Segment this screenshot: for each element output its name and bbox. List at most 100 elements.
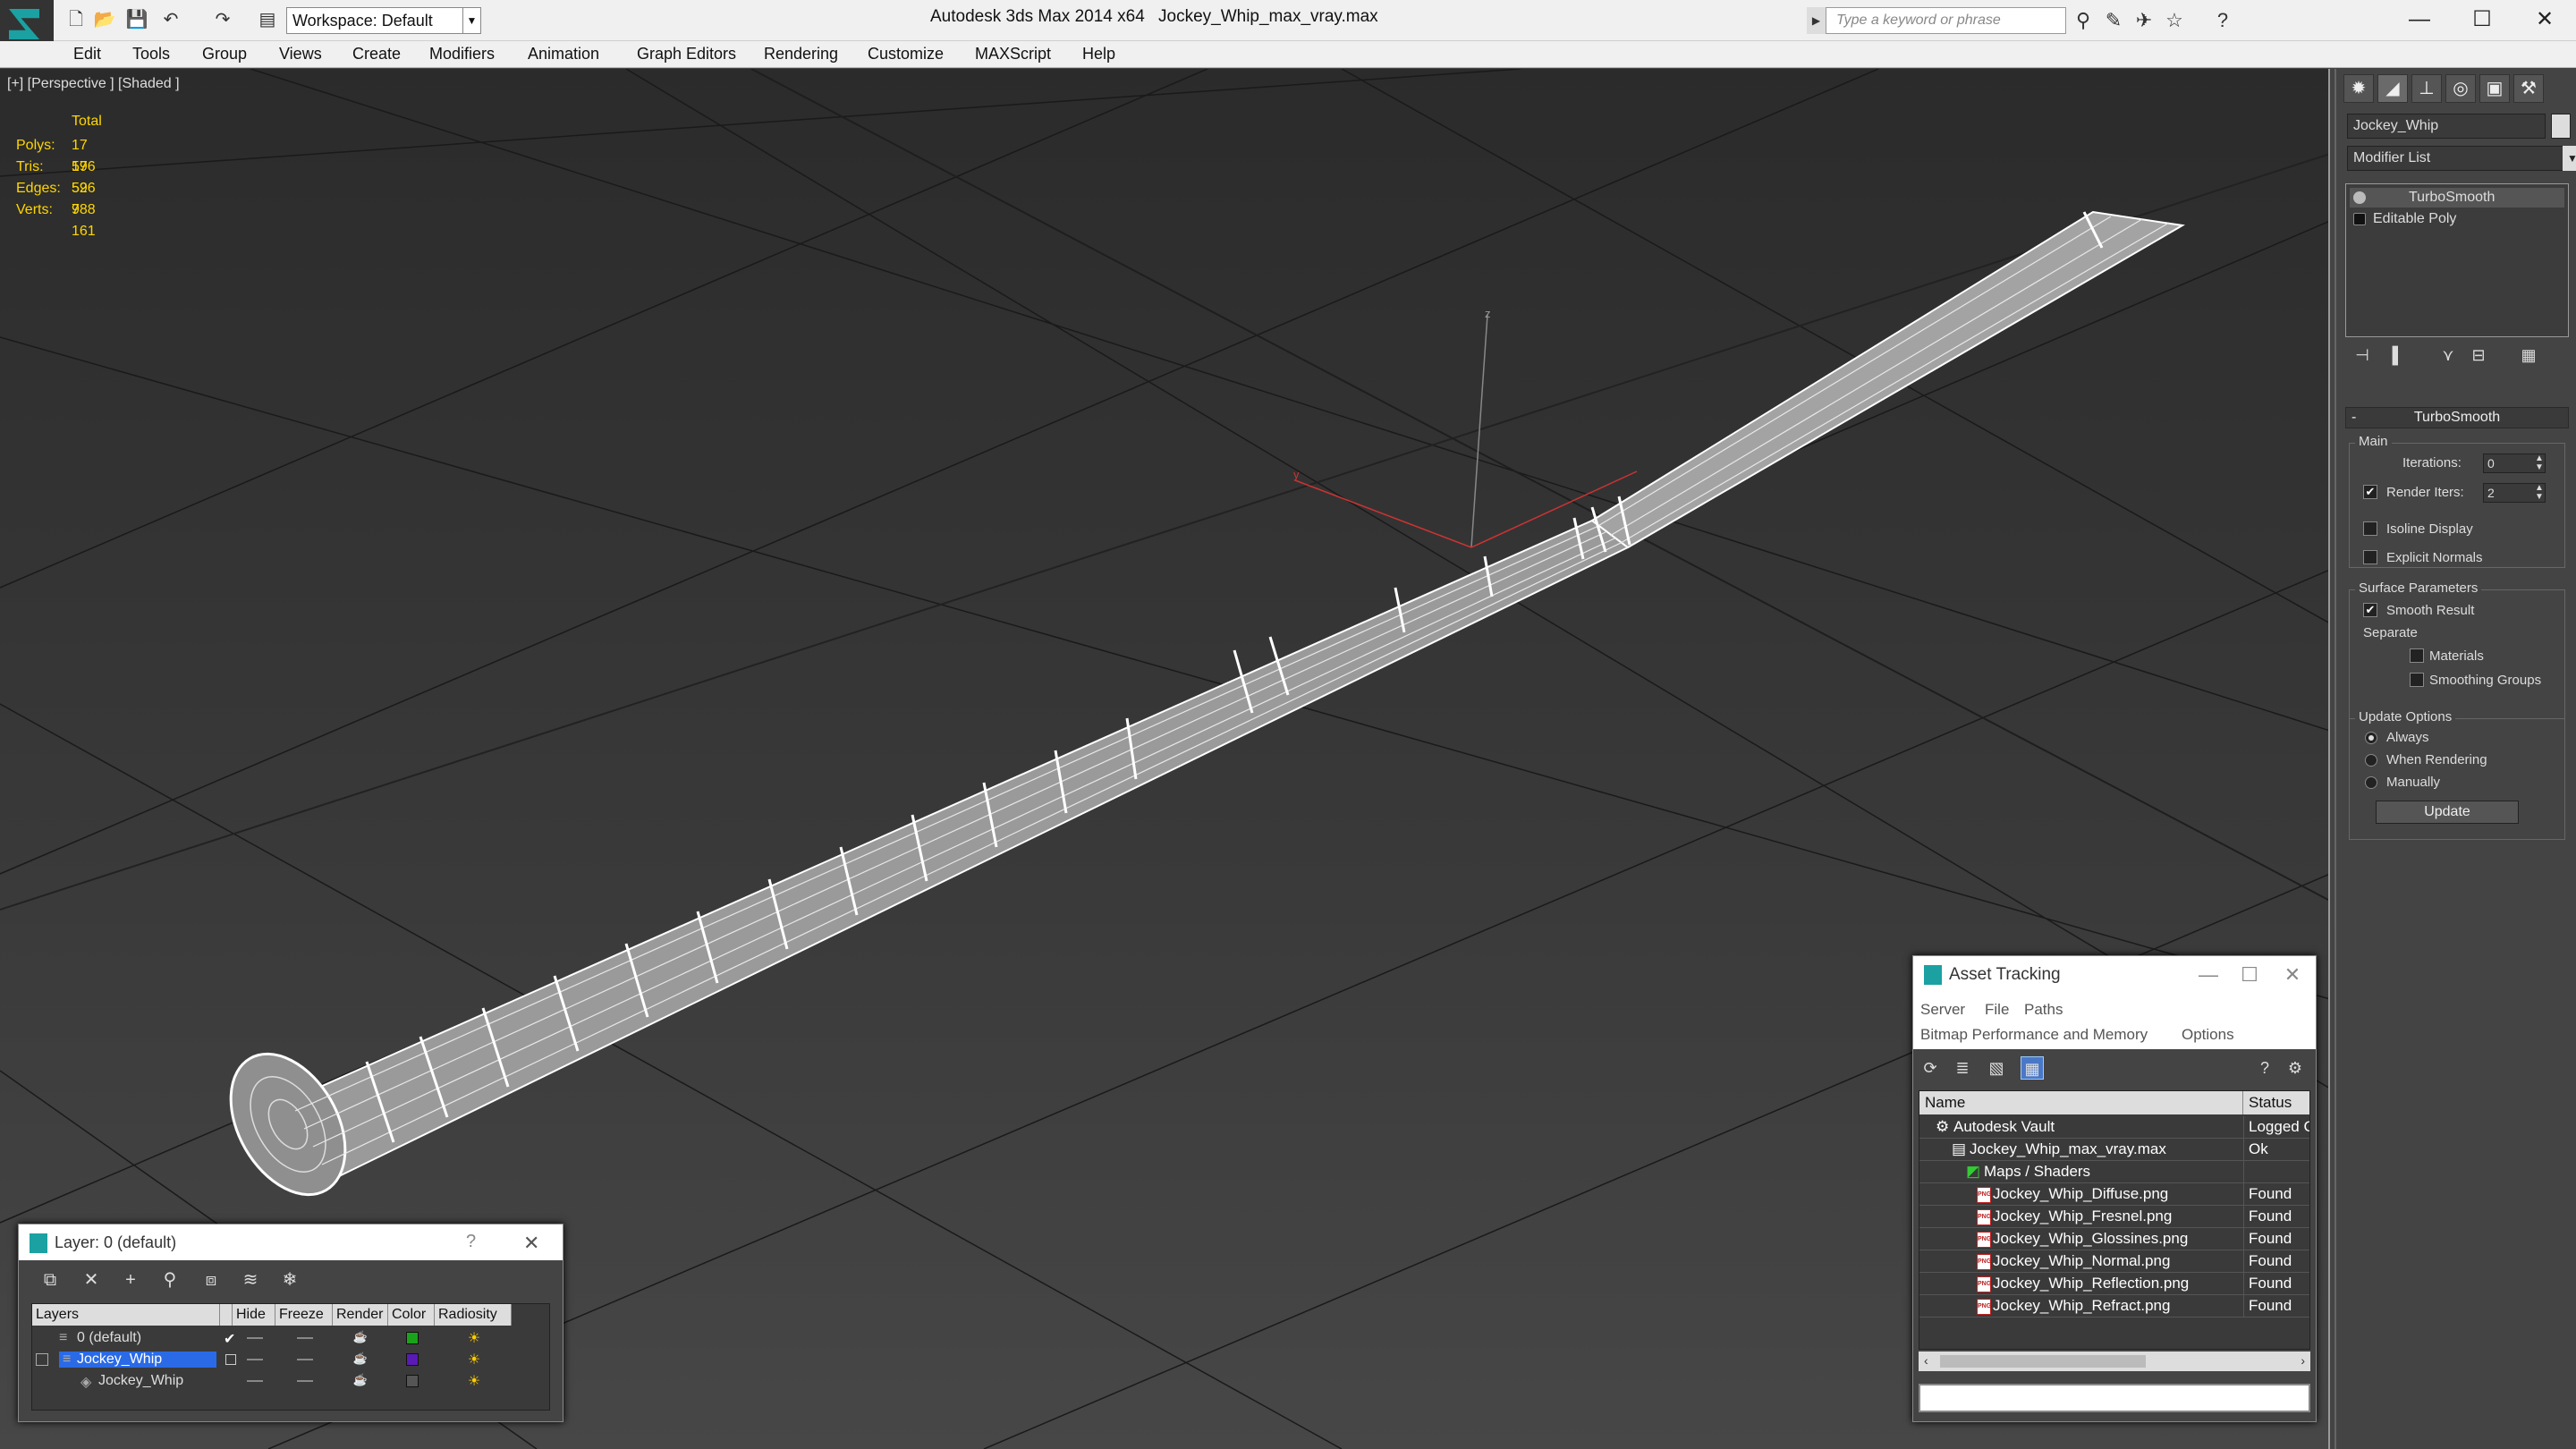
turbosmooth-rollout-header[interactable]: - TurboSmooth	[2345, 407, 2569, 428]
spinner-arrows-icon[interactable]: ▲ ▼	[2534, 454, 2545, 472]
menu-options[interactable]: Options	[2182, 1026, 2234, 1044]
isoline-display-checkbox[interactable]	[2363, 521, 2377, 536]
minimize-button[interactable]: —	[2388, 0, 2451, 41]
hierarchy-tab-icon[interactable]: ⊥	[2411, 74, 2442, 103]
column-render[interactable]: Render	[333, 1304, 388, 1326]
menu-views[interactable]: Views	[279, 45, 322, 64]
create-tab-icon[interactable]: ✹	[2343, 74, 2374, 103]
workspace-dropdown[interactable]: Workspace: Default ▼	[286, 7, 481, 34]
layer-color-swatch[interactable]	[406, 1332, 419, 1344]
menu-graph-editors[interactable]: Graph Editors	[637, 45, 736, 64]
menu-create[interactable]: Create	[352, 45, 401, 64]
table-view-icon[interactable]: ▦	[2021, 1056, 2044, 1080]
update-when-rendering-radio[interactable]	[2365, 754, 2377, 767]
motion-tab-icon[interactable]: ◎	[2445, 74, 2476, 103]
menu-paths[interactable]: Paths	[2024, 1001, 2063, 1019]
render-iters-checkbox[interactable]: ✔	[2363, 485, 2377, 499]
column-status[interactable]: Status	[2243, 1091, 2309, 1114]
subscription-icon[interactable]: ✎	[2100, 9, 2127, 32]
table-row[interactable]: PNG Jockey_Whip_Refract.png Found	[1919, 1295, 2309, 1318]
pin-stack-icon[interactable]: ⊣	[2349, 346, 2376, 369]
utilities-tab-icon[interactable]: ⚒	[2513, 74, 2544, 103]
close-button[interactable]: ✕	[2275, 963, 2310, 987]
help-icon[interactable]: ?	[2209, 9, 2236, 32]
iterations-spinner[interactable]: 0 ▲ ▼	[2483, 453, 2546, 473]
search-input[interactable]: Type a keyword or phrase	[1807, 7, 2066, 34]
layer-row[interactable]: ◈ Jockey_Whip ☕ ☀	[32, 1370, 551, 1392]
hide-toggle[interactable]	[247, 1337, 263, 1339]
column-layers[interactable]: Layers	[32, 1304, 220, 1326]
hide-toggle[interactable]	[247, 1380, 263, 1382]
column-name[interactable]: Name	[1919, 1091, 2243, 1114]
smooth-result-checkbox[interactable]: ✔	[2363, 603, 2377, 617]
display-tab-icon[interactable]: ▣	[2479, 74, 2510, 103]
menu-modifiers[interactable]: Modifiers	[429, 45, 495, 64]
materials-checkbox[interactable]	[2410, 648, 2424, 663]
stack-item-editable-poly[interactable]: Editable Poly	[2350, 209, 2564, 229]
new-file-icon[interactable]: 🗋	[64, 9, 88, 30]
expand-icon[interactable]	[36, 1353, 48, 1366]
menu-tools[interactable]: Tools	[132, 45, 170, 64]
freeze-toggle[interactable]	[297, 1359, 313, 1360]
explicit-normals-checkbox[interactable]	[2363, 550, 2377, 564]
column-radiosity[interactable]: Radiosity	[435, 1304, 512, 1326]
update-button[interactable]: Update	[2376, 801, 2519, 824]
radiosity-icon[interactable]: ☀	[465, 1372, 483, 1390]
modify-tab-icon[interactable]: ◢	[2377, 74, 2408, 103]
menu-server[interactable]: Server	[1920, 1001, 1965, 1019]
scrollbar-thumb[interactable]	[1940, 1355, 2146, 1368]
column-hide[interactable]: Hide	[233, 1304, 275, 1326]
maximize-button[interactable]: ☐	[2232, 963, 2267, 987]
open-file-icon[interactable]: 📂	[93, 9, 116, 30]
freeze-all-icon[interactable]: ❄	[276, 1267, 303, 1292]
scroll-right-icon[interactable]: ›	[2301, 1353, 2305, 1368]
column-freeze[interactable]: Freeze	[275, 1304, 333, 1326]
close-button[interactable]: ✕	[2513, 0, 2576, 41]
table-row[interactable]: PNG Jockey_Whip_Glossines.png Found	[1919, 1228, 2309, 1250]
table-row[interactable]: PNG Jockey_Whip_Fresnel.png Found	[1919, 1206, 2309, 1228]
table-row[interactable]: PNG Jockey_Whip_Normal.png Found	[1919, 1250, 2309, 1273]
delete-layer-icon[interactable]: ✕	[78, 1267, 105, 1292]
layer-color-swatch[interactable]	[406, 1353, 419, 1366]
show-end-result-icon[interactable]: ▌	[2385, 346, 2411, 369]
communication-icon[interactable]: ✈	[2131, 9, 2157, 32]
remove-modifier-icon[interactable]: ⊟	[2465, 346, 2492, 369]
menu-maxscript[interactable]: MAXScript	[975, 45, 1051, 64]
active-layer-box[interactable]	[225, 1354, 236, 1365]
maximize-button[interactable]: ☐	[2451, 0, 2513, 41]
undo-icon[interactable]: ↶	[159, 9, 182, 30]
teapot-icon[interactable]: ☕	[352, 1352, 369, 1368]
update-always-radio[interactable]	[2365, 732, 2377, 744]
stack-item-turbosmooth[interactable]: TurboSmooth	[2350, 188, 2564, 208]
minimize-button[interactable]: —	[2190, 963, 2226, 987]
menu-animation[interactable]: Animation	[528, 45, 599, 64]
thumbnail-view-icon[interactable]: ▧	[1985, 1056, 2008, 1080]
menu-customize[interactable]: Customize	[868, 45, 944, 64]
teapot-icon[interactable]: ☕	[352, 1373, 369, 1389]
render-iters-spinner[interactable]: 2 ▲ ▼	[2483, 483, 2546, 503]
asset-tracking-titlebar[interactable]: Asset Tracking — ☐ ✕	[1913, 956, 2316, 994]
table-row[interactable]: ⚙ Autodesk Vault Logged C	[1919, 1116, 2309, 1139]
save-file-icon[interactable]: 💾	[125, 9, 148, 30]
menu-file[interactable]: File	[1985, 1001, 2009, 1019]
layer-row[interactable]: ≡ 0 (default) ✔ ☕ ☀	[32, 1327, 551, 1349]
highlight-selected-icon[interactable]: ⧈	[198, 1267, 225, 1292]
menu-help[interactable]: Help	[1082, 45, 1115, 64]
teapot-icon[interactable]: ☕	[352, 1330, 369, 1346]
viewport-label[interactable]: [+] [Perspective ] [Shaded ]	[7, 76, 180, 92]
list-view-icon[interactable]: ≣	[1951, 1056, 1974, 1080]
select-objects-icon[interactable]: ⚲	[157, 1267, 183, 1292]
settings-icon[interactable]: ⚙	[2284, 1056, 2307, 1080]
active-layer-check[interactable]: ✔	[224, 1330, 235, 1348]
table-row[interactable]: ◩ Maps / Shaders	[1919, 1161, 2309, 1183]
object-color-swatch[interactable]	[2551, 114, 2571, 139]
create-layer-icon[interactable]: ⧉	[37, 1267, 64, 1292]
hide-toggle[interactable]	[247, 1359, 263, 1360]
layer-color-swatch[interactable]	[406, 1375, 419, 1387]
search-expand-icon[interactable]: ▶	[1807, 7, 1826, 34]
column-color[interactable]: Color	[388, 1304, 435, 1326]
project-folder-icon[interactable]: ▤	[256, 9, 279, 30]
update-manually-radio[interactable]	[2365, 776, 2377, 789]
help-icon[interactable]: ?	[2253, 1056, 2276, 1080]
redo-icon[interactable]: ↷	[211, 9, 234, 30]
